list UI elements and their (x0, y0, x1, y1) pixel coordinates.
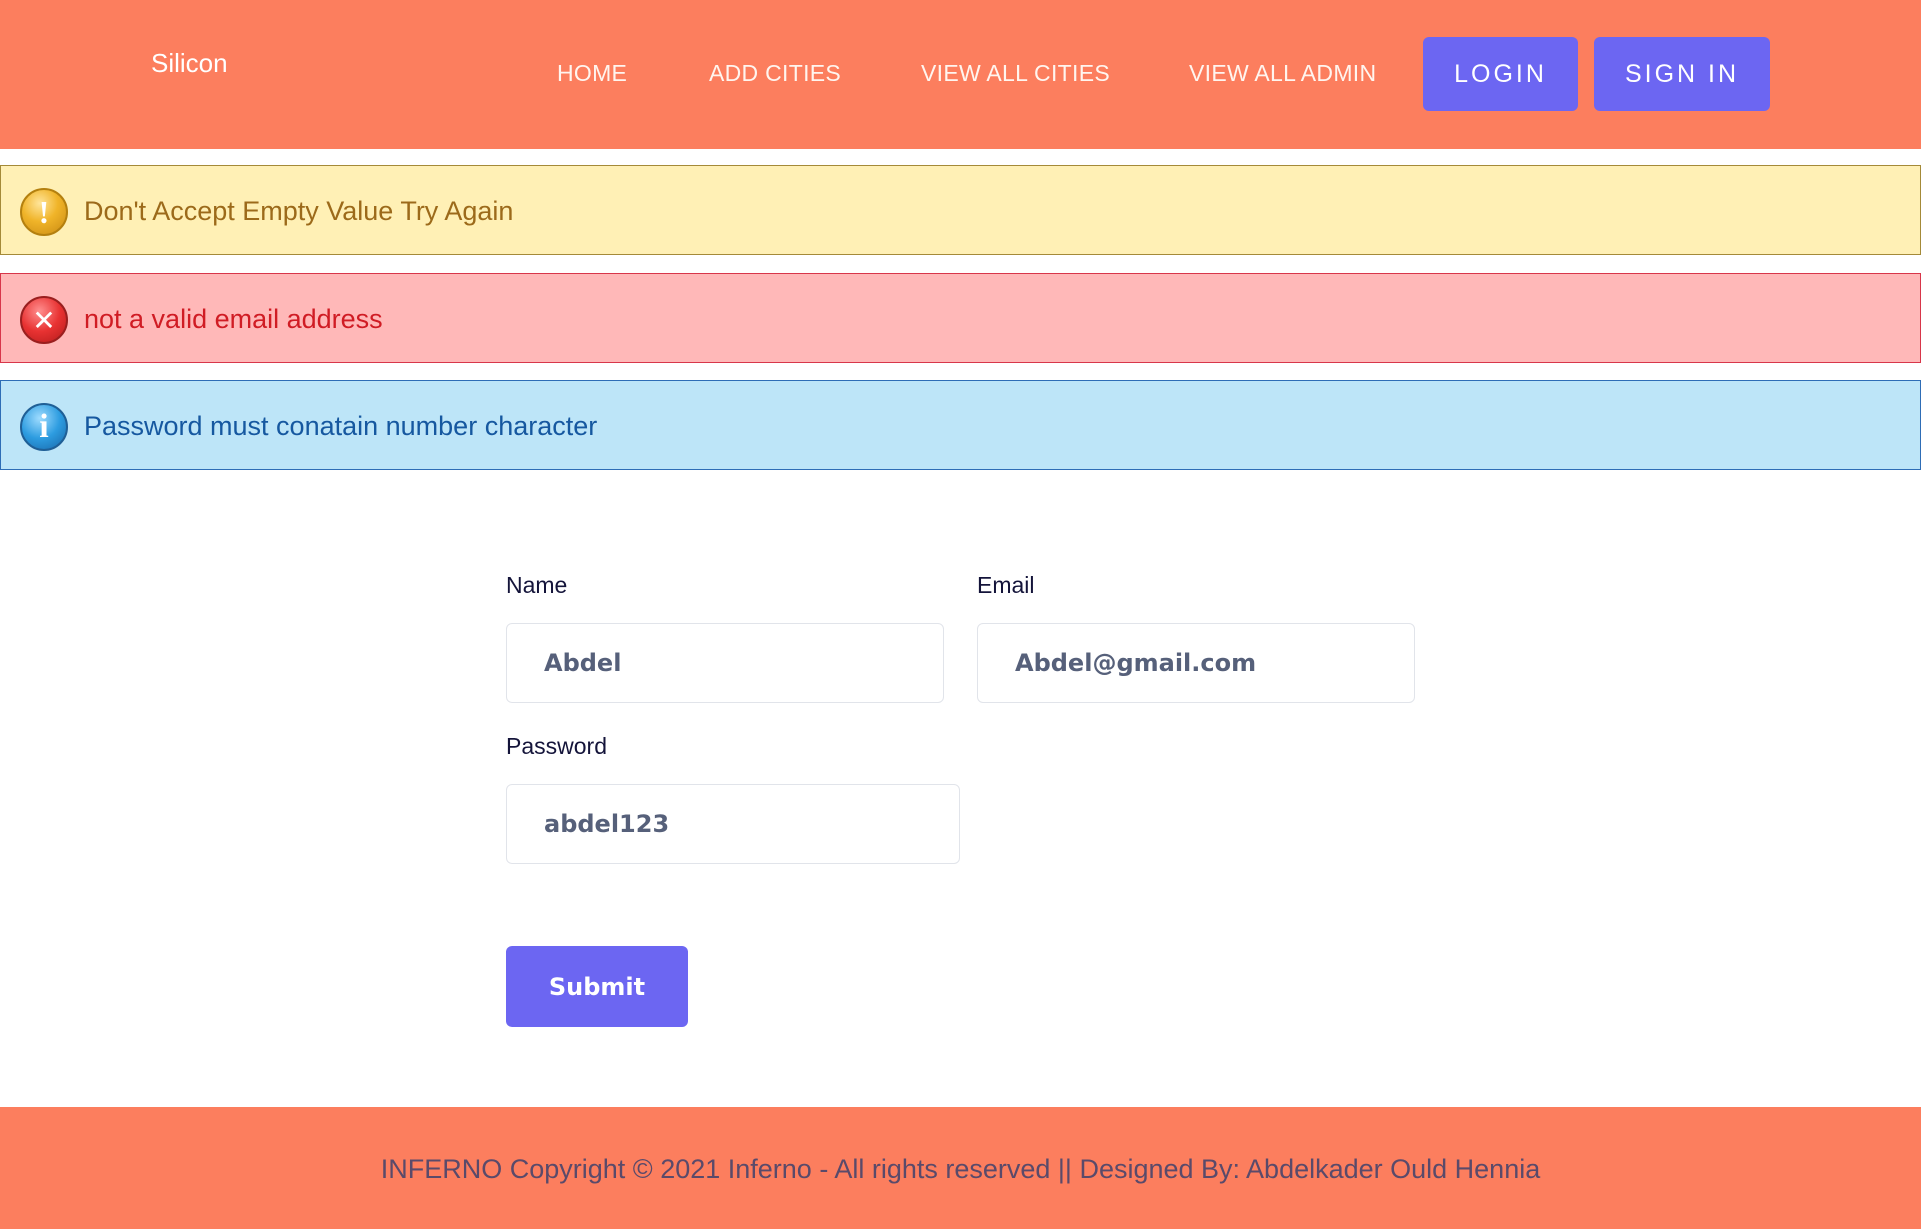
password-field[interactable]: abdel123 (506, 784, 960, 864)
email-field[interactable]: Abdel@gmail.com (977, 623, 1415, 703)
nav-add-cities[interactable]: ADD CITIES (709, 60, 841, 87)
password-label: Password (506, 733, 607, 759)
header: Silicon HOME ADD CITIES VIEW ALL CITIES … (0, 0, 1921, 149)
signin-button[interactable]: SIGN IN (1594, 37, 1770, 111)
warning-icon: ! (20, 188, 68, 236)
login-button[interactable]: LOGIN (1423, 37, 1578, 111)
nav-view-all-cities[interactable]: VIEW ALL CITIES (921, 60, 1110, 87)
warning-message: Don't Accept Empty Value Try Again (84, 196, 514, 226)
error-alert: ✕ not a valid email address (0, 273, 1921, 363)
warning-alert: ! Don't Accept Empty Value Try Again (0, 165, 1921, 255)
email-label: Email (977, 572, 1035, 598)
nav-home[interactable]: HOME (557, 60, 627, 87)
submit-button[interactable]: Submit (506, 946, 688, 1027)
name-label: Name (506, 572, 568, 598)
page: Silicon HOME ADD CITIES VIEW ALL CITIES … (0, 0, 1921, 1229)
nav-view-all-admin[interactable]: VIEW ALL ADMIN (1189, 60, 1376, 87)
error-icon: ✕ (20, 296, 68, 344)
brand-logo[interactable]: Silicon (151, 48, 228, 79)
error-message: not a valid email address (84, 304, 383, 334)
info-message: Password must conatain number character (84, 411, 598, 441)
footer-copyright: INFERNO Copyright © 2021 Inferno - All r… (380, 1154, 1541, 1184)
info-alert: i Password must conatain number characte… (0, 380, 1921, 470)
info-icon: i (20, 403, 68, 451)
name-field[interactable]: Abdel (506, 623, 944, 703)
footer: INFERNO Copyright © 2021 Inferno - All r… (0, 1107, 1921, 1229)
